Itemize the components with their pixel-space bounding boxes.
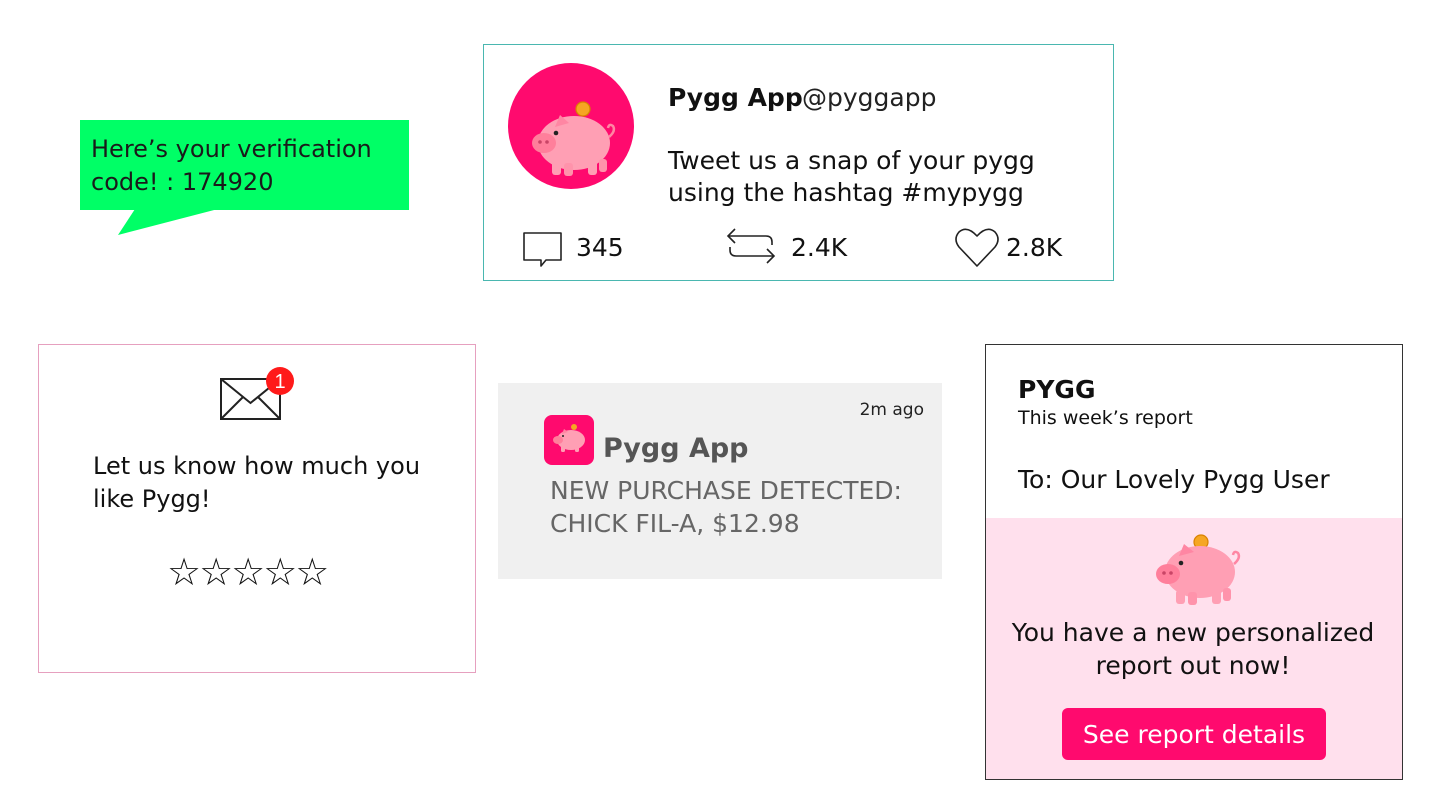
tweet-author-handle[interactable]: @pyggapp xyxy=(802,83,936,112)
verification-sms-bubble: Here’s your verification code! : 174920 xyxy=(80,120,409,210)
comment-icon[interactable] xyxy=(522,231,564,269)
heart-icon[interactable] xyxy=(954,225,1000,269)
rating-prompt: Let us know how much you like Pygg! xyxy=(93,452,421,513)
verification-code-text: Here’s your verification code! : 174920 xyxy=(91,135,372,196)
tweet-author-name[interactable]: Pygg App xyxy=(668,83,803,112)
report-brand: PYGG xyxy=(1018,375,1096,404)
report-subtitle: This week’s report xyxy=(1018,407,1193,429)
star-rating-input[interactable]: ☆☆☆☆☆ xyxy=(167,550,329,594)
tweet-card[interactable]: Pygg App @pyggapp Tweet us a snap of you… xyxy=(483,44,1114,281)
tweet-body: Tweet us a snap of your pygg using the h… xyxy=(668,146,1035,207)
report-recipient: To: Our Lovely Pygg User xyxy=(1018,465,1330,494)
badge-count: 1 xyxy=(274,371,285,393)
reply-count: 345 xyxy=(576,233,624,262)
purchase-push-notification[interactable]: 2m ago Pygg App NEW PURCHASE DETECTED: C… xyxy=(498,383,942,579)
like-count: 2.8K xyxy=(1006,233,1063,262)
rating-card: 1 Let us know how much you like Pygg! ☆☆… xyxy=(38,344,476,673)
notification-app-name: Pygg App xyxy=(603,433,749,464)
report-panel: You have a new personalized report out n… xyxy=(986,518,1402,779)
retweet-count: 2.4K xyxy=(791,233,848,262)
pygg-avatar[interactable] xyxy=(508,63,634,189)
notification-time: 2m ago xyxy=(859,400,924,420)
pygg-app-icon xyxy=(544,415,594,465)
weekly-report-card: PYGG This week’s report To: Our Lovely P… xyxy=(985,344,1403,780)
mail-icon[interactable]: 1 xyxy=(219,367,301,423)
report-message: You have a new personalized report out n… xyxy=(1011,618,1375,680)
bubble-tail xyxy=(118,209,218,235)
retweet-icon[interactable] xyxy=(726,225,776,267)
see-report-details-button[interactable]: See report details xyxy=(1062,708,1326,760)
piggy-bank-icon xyxy=(1156,534,1241,605)
notification-message: NEW PURCHASE DETECTED: CHICK FIL-A, $12.… xyxy=(550,476,902,538)
